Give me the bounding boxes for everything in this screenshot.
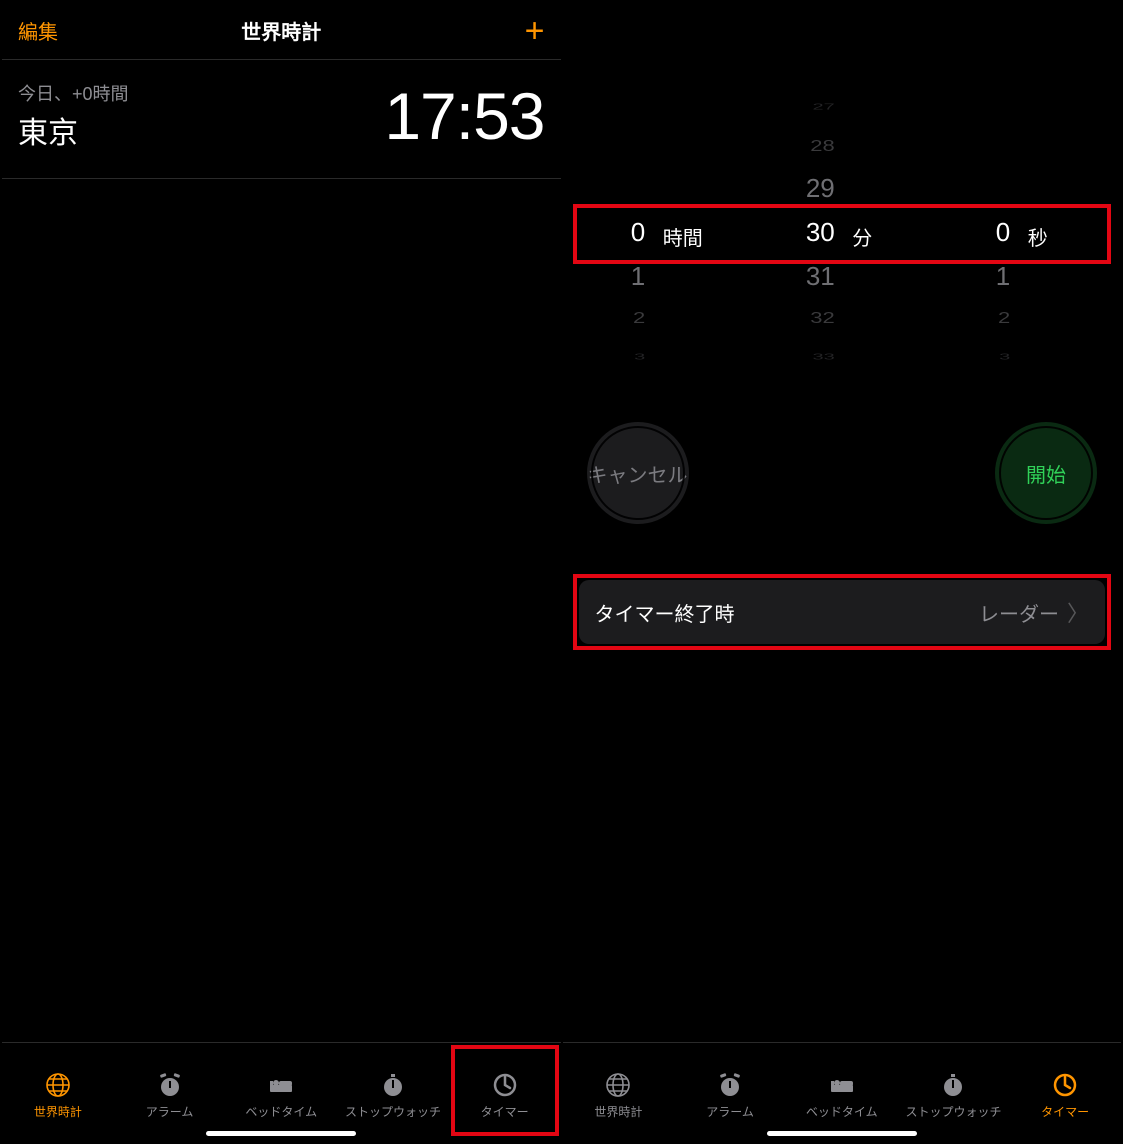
picker-minutes[interactable]: 27 28 29 30 31 32 33 分 — [754, 82, 930, 382]
tab-label: アラーム — [146, 1103, 194, 1120]
globe-icon — [44, 1071, 72, 1099]
timer-end-value: レーダー — [979, 598, 1059, 627]
time-label: 17:53 — [384, 78, 544, 154]
hours-unit-label: 時間 — [663, 222, 703, 251]
chevron-right-icon: 〉 — [1067, 596, 1089, 628]
duration-picker[interactable]: 0 1 2 3 時間 27 28 29 30 31 32 33 分 — [579, 82, 1106, 382]
tab-timer[interactable]: タイマー — [449, 1043, 561, 1142]
tab-stopwatch[interactable]: ストップウォッチ — [337, 1043, 449, 1142]
tab-timer[interactable]: タイマー — [1009, 1043, 1121, 1142]
tab-worldclock[interactable]: 世界時計 — [563, 1043, 675, 1142]
home-indicator[interactable] — [206, 1131, 356, 1136]
tab-bedtime[interactable]: ベッドタイム — [225, 1043, 337, 1142]
picker-seconds-selected: 0 — [996, 219, 1010, 245]
tab-label: ストップウォッチ — [905, 1103, 1001, 1120]
tab-label: ベッドタイム — [806, 1103, 878, 1120]
seconds-unit-label: 秒 — [1028, 222, 1048, 251]
edit-button[interactable]: 編集 — [18, 16, 58, 45]
cancel-button[interactable]: キャンセル — [587, 422, 689, 524]
tab-bar: 世界時計 アラーム ベッドタイム ストップウォッチ タイマー — [2, 1042, 561, 1142]
tab-bar: 世界時計 アラーム ベッドタイム ストップウォッチ タイマー — [563, 1042, 1122, 1142]
tab-label: ベッドタイム — [245, 1103, 317, 1120]
world-clock-row[interactable]: 今日、+0時間 東京 17:53 — [2, 60, 561, 179]
timer-icon — [1051, 1071, 1079, 1099]
navbar: 編集 世界時計 + — [2, 2, 561, 60]
bed-icon — [828, 1071, 856, 1099]
tab-label: ストップウォッチ — [345, 1103, 441, 1120]
tab-label: タイマー — [481, 1103, 529, 1120]
start-button[interactable]: 開始 — [995, 422, 1097, 524]
minutes-unit-label: 分 — [852, 222, 872, 251]
alarm-icon — [156, 1071, 184, 1099]
relative-time-label: 今日、+0時間 — [18, 80, 129, 106]
page-title: 世界時計 — [2, 16, 561, 45]
picker-hours[interactable]: 0 1 2 3 時間 — [579, 82, 755, 382]
tab-label: 世界時計 — [34, 1103, 82, 1120]
tab-stopwatch[interactable]: ストップウォッチ — [898, 1043, 1010, 1142]
alarm-icon — [716, 1071, 744, 1099]
city-label: 東京 — [18, 108, 129, 152]
picker-seconds[interactable]: 0 1 2 3 秒 — [930, 82, 1106, 382]
stopwatch-icon — [939, 1071, 967, 1099]
timer-screen: 0 1 2 3 時間 27 28 29 30 31 32 33 分 — [561, 2, 1122, 1142]
timer-icon — [491, 1071, 519, 1099]
tab-label: アラーム — [706, 1103, 754, 1120]
bed-icon — [267, 1071, 295, 1099]
tab-label: 世界時計 — [594, 1103, 642, 1120]
globe-icon — [604, 1071, 632, 1099]
stopwatch-icon — [379, 1071, 407, 1099]
add-button[interactable]: + — [525, 14, 545, 48]
start-button-label: 開始 — [1026, 459, 1066, 488]
timer-end-sound-row[interactable]: タイマー終了時 レーダー 〉 — [579, 580, 1106, 644]
tab-worldclock[interactable]: 世界時計 — [2, 1043, 114, 1142]
tab-label: タイマー — [1041, 1103, 1089, 1120]
picker-minutes-selected: 30 — [806, 219, 835, 245]
picker-hours-selected: 0 — [631, 219, 645, 245]
tab-alarm[interactable]: アラーム — [114, 1043, 226, 1142]
world-clock-screen: 編集 世界時計 + 今日、+0時間 東京 17:53 世界時計 アラーム ベッド — [2, 2, 561, 1142]
home-indicator[interactable] — [767, 1131, 917, 1136]
tab-alarm[interactable]: アラーム — [674, 1043, 786, 1142]
timer-end-label: タイマー終了時 — [595, 598, 735, 627]
tab-bedtime[interactable]: ベッドタイム — [786, 1043, 898, 1142]
cancel-button-label: キャンセル — [588, 459, 688, 488]
annotation-highlight: タイマー終了時 レーダー 〉 — [573, 574, 1112, 650]
